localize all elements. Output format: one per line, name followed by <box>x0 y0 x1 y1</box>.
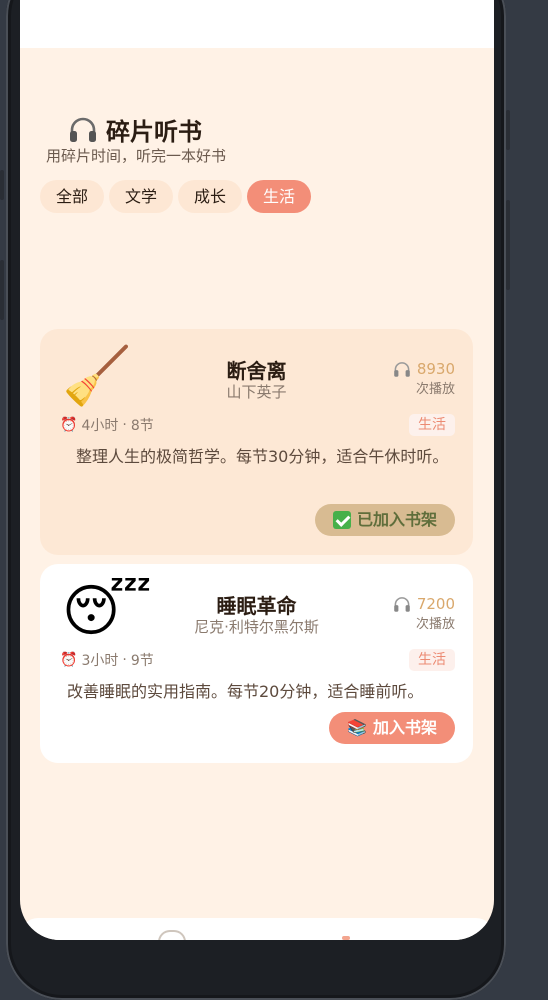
hardware-button <box>0 260 4 320</box>
page-subtitle: 用碎片时间，听完一本好书 <box>46 147 227 165</box>
book-description: 整理人生的极简哲学。每节30分钟，适合午休时听。 <box>76 447 449 466</box>
book-card[interactable]: 🧹 断舍离 山下英子 8930 次播放 ⏰ 4小时 · 8节 生活 整理人生的极… <box>40 329 473 555</box>
tab-literature[interactable]: 文学 <box>109 180 174 213</box>
bottom-nav <box>20 918 494 940</box>
headphones-icon <box>70 117 96 142</box>
book-sections: 8节 <box>130 418 154 434</box>
play-count-value: 7200 <box>416 595 455 613</box>
alarm-clock-icon: ⏰ <box>60 652 78 668</box>
play-count: 7200 次播放 <box>393 595 455 632</box>
check-icon <box>332 511 351 529</box>
tab-all[interactable]: 全部 <box>40 180 105 213</box>
hardware-button <box>506 200 510 290</box>
added-to-shelf-button[interactable]: 已加入书架 <box>314 504 455 536</box>
book-duration: 4小时 <box>81 418 119 434</box>
play-count-label: 次播放 <box>415 617 455 632</box>
headphones-icon[interactable] <box>158 930 186 940</box>
page-title: 碎片听书 <box>106 118 202 146</box>
shelf-button-label: 已加入书架 <box>356 510 437 529</box>
book-meta: ⏰ 3小时 · 9节 <box>60 652 154 669</box>
alarm-clock-icon: ⏰ <box>60 417 78 433</box>
play-count-label: 次播放 <box>415 382 455 397</box>
book-meta: ⏰ 4小时 · 8节 <box>60 417 154 434</box>
category-tabs: 全部 文学 成长 生活 <box>40 180 312 213</box>
headphones-icon <box>394 361 410 377</box>
app-screen: 碎片听书 用碎片时间，听完一本好书 全部 文学 成长 生活 🧹 断舍离 山下英子… <box>20 0 494 940</box>
book-sections: 9节 <box>130 653 154 669</box>
books-icon: 📚 <box>347 718 367 737</box>
category-badge: 生活 <box>409 414 455 436</box>
category-badge: 生活 <box>409 649 455 671</box>
tab-life[interactable]: 生活 <box>247 180 312 213</box>
play-count-value: 8930 <box>416 360 455 378</box>
shelf-button-label: 加入书架 <box>372 718 437 737</box>
status-bar <box>20 0 494 48</box>
tab-growth[interactable]: 成长 <box>178 180 243 213</box>
add-to-shelf-button[interactable]: 📚 加入书架 <box>329 712 455 744</box>
book-card[interactable]: 😴 睡眠革命 尼克·利特尔黑尔斯 7200 次播放 ⏰ 3小时 · 9节 生活 … <box>40 564 473 763</box>
hardware-button <box>0 170 4 200</box>
hardware-button <box>506 110 510 150</box>
book-description: 改善睡眠的实用指南。每节20分钟，适合睡前听。 <box>67 682 424 701</box>
nav-item-icon[interactable] <box>342 936 350 940</box>
header: 碎片听书 <box>68 112 202 147</box>
play-count: 8930 次播放 <box>393 360 455 397</box>
book-duration: 3小时 <box>81 653 119 669</box>
headphones-icon <box>394 596 410 612</box>
